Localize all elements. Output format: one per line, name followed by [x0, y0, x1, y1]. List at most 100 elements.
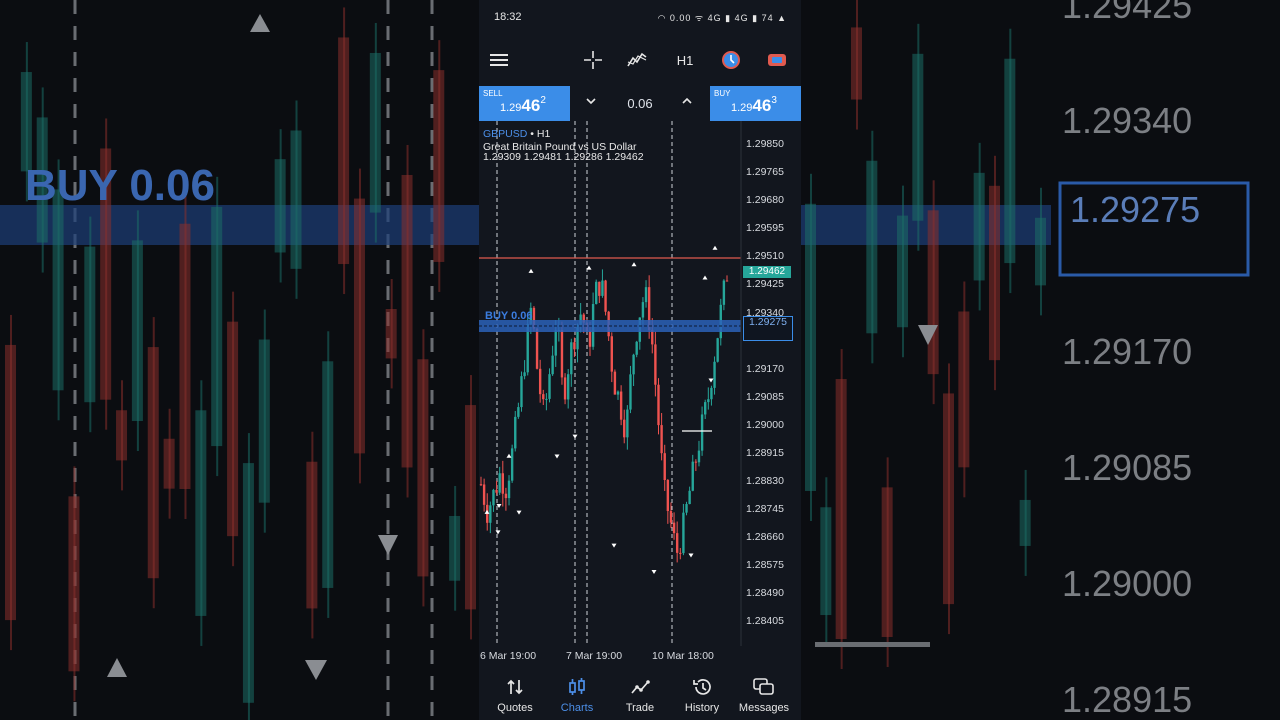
trade-line-icon [609, 676, 671, 698]
candle-body [538, 368, 542, 395]
candle-body [616, 391, 620, 395]
background-candle-body [881, 487, 893, 637]
candle-body [507, 480, 511, 499]
y-tick-label: 1.28745 [746, 502, 784, 515]
candle-body [716, 338, 719, 362]
background-candle-body [242, 463, 254, 703]
timeframe-button[interactable]: H1 [672, 48, 698, 72]
candle-body [489, 505, 492, 523]
y-tick-label: 1.29510 [746, 250, 784, 263]
background-candle-body [179, 223, 191, 490]
nav-quotes[interactable]: Quotes [484, 676, 546, 714]
history-icon [671, 676, 733, 698]
svg-text:1.29000: 1.29000 [1062, 563, 1192, 604]
background-candle-body [897, 215, 908, 328]
nav-trade[interactable]: Trade [609, 676, 671, 714]
candle-body [700, 414, 704, 451]
background-candle-body [851, 27, 862, 100]
candle-body [514, 416, 517, 449]
chart-header: GBPUSD • H1 Great Britain Pound vs US Do… [483, 128, 644, 163]
background-candle-body [943, 393, 954, 605]
candle-body [520, 376, 523, 408]
y-tick-label: 1.28405 [746, 615, 784, 628]
indicators-icon[interactable] [625, 48, 649, 72]
background-candle-body [1019, 499, 1031, 546]
buy-order-price-badge: 1.29275 [743, 316, 793, 341]
background-candle-body [866, 160, 878, 334]
buy-label: BUY [714, 89, 731, 98]
y-tick-label: 1.29085 [746, 390, 784, 403]
clock-icon[interactable] [719, 48, 743, 72]
chart-timeframe: • H1 [530, 128, 551, 140]
buy-button[interactable]: BUY 1.29463 [710, 86, 801, 121]
fractal-down-arrow [708, 378, 714, 383]
candle-body [626, 409, 629, 438]
candle-body [710, 387, 713, 400]
x-label-3: 10 Mar 18:00 [652, 650, 714, 662]
candle-body [623, 419, 626, 438]
candle-body [629, 374, 632, 410]
candle-body [707, 399, 710, 403]
price-chart[interactable]: BUY 0.06 GBPUSD • H1 Great Britain Pound… [479, 121, 801, 670]
current-price-badge: 1.29462 [743, 266, 791, 279]
background-candle-body [1004, 58, 1016, 264]
candle-body [510, 448, 514, 481]
background-candle-body [5, 344, 16, 621]
fractal-up-arrow [506, 453, 512, 458]
background-candle-body [401, 174, 413, 468]
background-candle-body [1035, 217, 1046, 286]
trade-icon[interactable] [765, 48, 789, 72]
y-tick-label: 1.29680 [746, 194, 784, 207]
candle-body [535, 328, 539, 369]
phone-screen: 18:32 ◠ 0.00 ᯤ 4G ▮ 4G ▮ 74 ▲ H1 SELL 1.… [479, 0, 801, 720]
background-candle-body [338, 37, 350, 265]
candle-body [601, 280, 604, 296]
bottom-navigation: Quotes Charts Trade History Messages [479, 670, 801, 720]
background-candle-body [163, 438, 175, 489]
crosshair-icon[interactable] [581, 48, 605, 72]
candle-body [644, 287, 648, 303]
y-tick-label: 1.29595 [746, 222, 784, 235]
background-candle-body [322, 361, 334, 588]
candle-body [554, 330, 557, 356]
nav-charts[interactable]: Charts [546, 676, 608, 714]
lot-size-control: 0.06 [570, 86, 710, 121]
svg-text:1.28915: 1.28915 [1062, 679, 1192, 720]
background-candle-body [465, 405, 476, 610]
chart-toolbar: H1 [479, 40, 801, 80]
y-tick-label: 1.28915 [746, 446, 784, 459]
background-candle-body [147, 347, 159, 579]
candle-body [495, 489, 498, 493]
fractal-up-arrow [586, 265, 592, 270]
nav-label: Charts [560, 702, 594, 714]
background-candle-body [20, 72, 32, 172]
nav-label: Quotes [497, 702, 533, 714]
y-tick-label: 1.29170 [746, 362, 784, 375]
background-candle-body [131, 240, 143, 422]
candle-body [560, 330, 564, 378]
background-candle-body [805, 203, 816, 491]
candle-body [588, 331, 592, 347]
fractal-down-arrow [554, 454, 560, 459]
background-candle-body [306, 461, 318, 609]
hamburger-icon[interactable] [487, 48, 511, 72]
fractal-up-arrow [702, 275, 708, 280]
candle-body [548, 374, 551, 399]
nav-history[interactable]: History [671, 676, 733, 714]
candle-body [570, 342, 573, 375]
sell-button[interactable]: SELL 1.29462 [479, 86, 570, 121]
background-candle-body [912, 53, 924, 221]
y-tick-label: 1.28830 [746, 474, 784, 487]
nav-messages[interactable]: Messages [733, 676, 795, 714]
nav-label: Messages [738, 702, 790, 714]
fractal-up-arrow [528, 268, 534, 273]
status-time: 18:32 [494, 11, 522, 23]
background-candle-body [449, 515, 461, 581]
chevron-up-icon[interactable] [680, 94, 694, 113]
candle-body [635, 341, 638, 355]
y-tick-label: 1.29850 [746, 138, 784, 151]
candle-body [722, 280, 726, 305]
candle-body [666, 480, 670, 512]
svg-text:1.29425: 1.29425 [1062, 0, 1192, 26]
chart-ohlc: 1.29309 1.29481 1.29286 1.29462 [483, 151, 644, 163]
